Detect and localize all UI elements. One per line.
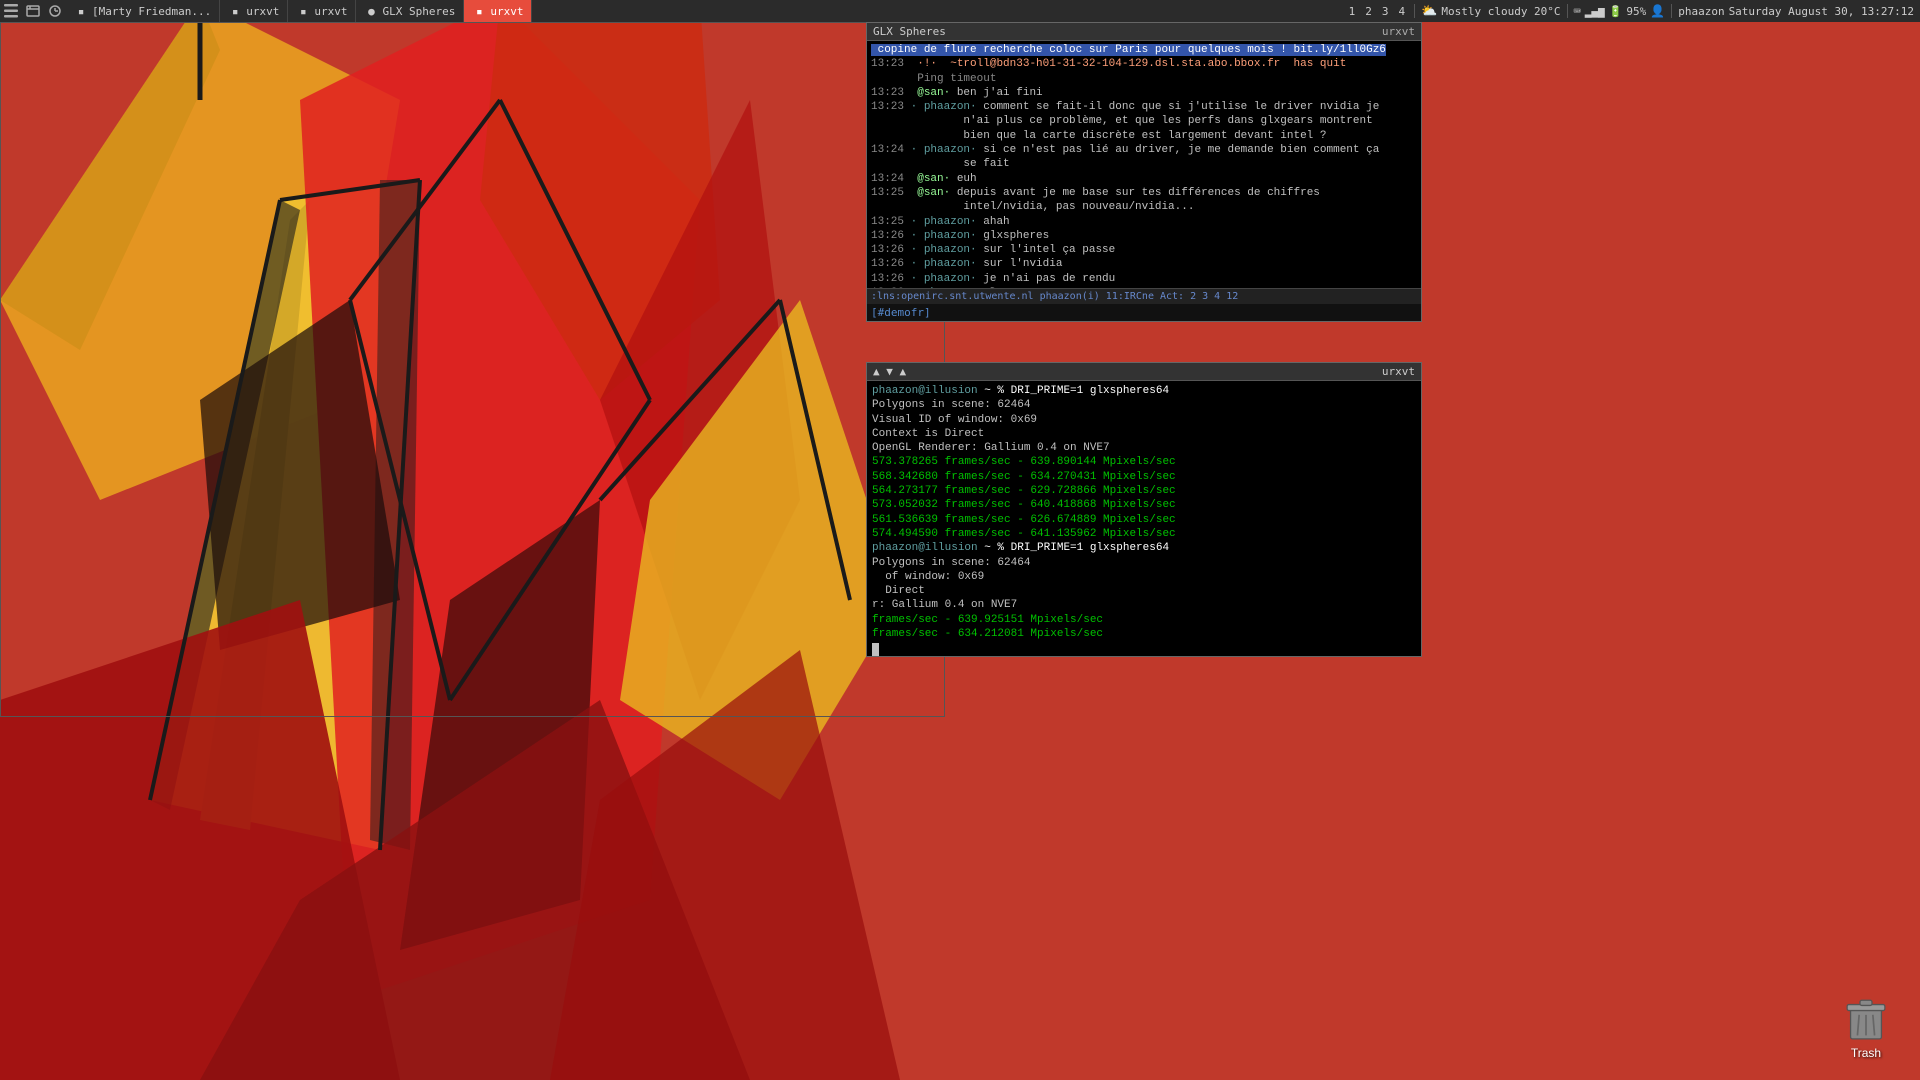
irc-title-left: GLX Spheres <box>873 25 946 38</box>
term-line-8: 573.052032 frames/sec - 640.418868 Mpixe… <box>872 498 1416 512</box>
sep-2 <box>1567 4 1568 18</box>
term-cursor-line <box>872 641 1416 655</box>
workspace-3[interactable]: 3 <box>1379 5 1392 18</box>
term-content[interactable]: phaazon@illusion ~ % DRI_PRIME=1 glxsphe… <box>867 381 1421 656</box>
irc-status-text: :lns:openirc.snt.utwente.nl phaazon(i) 1… <box>871 291 1238 302</box>
battery-text: 95% <box>1626 5 1646 18</box>
window-btn-urxvt-1[interactable]: ▪ urxvt <box>220 0 288 22</box>
datetime: Saturday August 30, 13:27:12 <box>1729 5 1914 18</box>
workspace-4[interactable]: 4 <box>1396 5 1409 18</box>
keyboard-icon: ⌨ <box>1574 4 1581 18</box>
term-line-0: phaazon@illusion ~ % DRI_PRIME=1 glxsphe… <box>872 384 1416 398</box>
files-icon[interactable] <box>22 0 44 22</box>
term-line-7: 564.273177 frames/sec - 629.728866 Mpixe… <box>872 484 1416 498</box>
term-line-4: OpenGL Renderer: Gallium 0.4 on NVE7 <box>872 441 1416 455</box>
terminal-window[interactable]: ▲ ▼ ▲ urxvt phaazon@illusion ~ % DRI_PRI… <box>866 362 1422 657</box>
irc-line-12: 13:26 · phaazon· je n'ai pas de rendu <box>871 272 1417 286</box>
irc-line-5: 13:24 · phaazon· si ce n'est pas lié au … <box>871 143 1417 157</box>
weather-text: Mostly cloudy 20°C <box>1441 5 1560 18</box>
term-line-5: 573.378265 frames/sec - 639.890144 Mpixe… <box>872 455 1416 469</box>
irc-channel: [#demofr] <box>871 306 931 319</box>
irc-line-4c: bien que la carte discrète est largement… <box>871 129 1417 143</box>
term-line-6: 568.342680 frames/sec - 634.270431 Mpixe… <box>872 470 1416 484</box>
irc-line-10: 13:26 · phaazon· sur l'intel ça passe <box>871 243 1417 257</box>
irc-title-right: urxvt <box>1382 25 1415 38</box>
terminal-icon-4: ▪ <box>472 4 486 18</box>
window-btn-marty[interactable]: ▪ [Marty Friedman... <box>66 0 220 22</box>
trash-label: Trash <box>1851 1046 1881 1060</box>
sep-1 <box>1414 4 1415 18</box>
irc-line-4b: n'ai plus ce problème, et que les perfs … <box>871 114 1417 128</box>
irc-line-7: 13:25 @san· depuis avant je me base sur … <box>871 186 1417 200</box>
battery-icon: 🔋 <box>1609 5 1623 18</box>
clock-icon[interactable] <box>44 0 66 22</box>
terminal-icon-1: ▪ <box>74 4 88 18</box>
term-title-left: ▲ ▼ ▲ <box>873 365 906 378</box>
app-menu-icon[interactable] <box>0 0 22 22</box>
term-line-10: 574.494590 frames/sec - 641.135962 Mpixe… <box>872 527 1416 541</box>
window-btn-urxvt-2[interactable]: ▪ urxvt <box>288 0 356 22</box>
irc-line-9: 13:26 · phaazon· glxspheres <box>871 229 1417 243</box>
term-line-12: Polygons in scene: 62464 <box>872 556 1416 570</box>
user-icon: 👤 <box>1650 4 1665 18</box>
term-line-13: of window: 0x69 <box>872 570 1416 584</box>
term-line-1: Polygons in scene: 62464 <box>872 398 1416 412</box>
window-btn-glxspheres[interactable]: ● GLX Spheres <box>356 0 464 22</box>
term-title-right: urxvt <box>1382 365 1415 378</box>
irc-line-1: 13:23 ·!· ~troll@bdn33-h01-31-32-104-129… <box>871 57 1417 71</box>
term-line-9: 561.536639 frames/sec - 626.674889 Mpixe… <box>872 513 1416 527</box>
titlebar-controls: urxvt <box>1382 25 1415 38</box>
trash-icon[interactable]: Trash <box>1842 996 1890 1060</box>
term-line-15: r: Gallium 0.4 on NVE7 <box>872 598 1416 612</box>
weather-icon: ⛅ <box>1421 4 1437 19</box>
irc-line-8: 13:25 · phaazon· ahah <box>871 215 1417 229</box>
terminal-icon-3: ▪ <box>296 4 310 18</box>
windows-area: GLX Spheres urxvt copine de flure recher… <box>0 22 1920 1080</box>
term-line-2: Visual ID of window: 0x69 <box>872 413 1416 427</box>
irc-statusbar: :lns:openirc.snt.utwente.nl phaazon(i) 1… <box>867 288 1421 304</box>
irc-line-2: Ping timeout <box>871 72 1417 86</box>
username: phaazon <box>1678 5 1724 18</box>
irc-content[interactable]: copine de flure recherche coloc sur Pari… <box>867 41 1421 288</box>
irc-line-6: 13:24 @san· euh <box>871 172 1417 186</box>
sphere-icon: ● <box>364 4 378 18</box>
taskbar-right: 1 2 3 4 ⛅ Mostly cloudy 20°C ⌨ ▂▄▆ 🔋 95%… <box>1346 4 1920 19</box>
irc-channel-bar: [#demofr] <box>867 304 1421 321</box>
term-line-14: Direct <box>872 584 1416 598</box>
workspace-2[interactable]: 2 <box>1362 5 1375 18</box>
wifi-icon: ▂▄▆ <box>1585 5 1605 18</box>
term-line-16: frames/sec - 639.925151 Mpixels/sec <box>872 613 1416 627</box>
term-titlebar: ▲ ▼ ▲ urxvt <box>867 363 1421 381</box>
trash-svg-icon <box>1842 996 1890 1044</box>
terminal-icon-2: ▪ <box>228 4 242 18</box>
term-line-11: phaazon@illusion ~ % DRI_PRIME=1 glxsphe… <box>872 541 1416 555</box>
irc-window[interactable]: GLX Spheres urxvt copine de flure recher… <box>866 22 1422 322</box>
window-btn-urxvt-active[interactable]: ▪ urxvt <box>464 0 532 22</box>
irc-line-7b: intel/nvidia, pas nouveau/nvidia... <box>871 200 1417 214</box>
workspace-1[interactable]: 1 <box>1346 5 1359 18</box>
left-terminal-window <box>0 22 945 717</box>
term-line-17: frames/sec - 634.212081 Mpixels/sec <box>872 627 1416 641</box>
irc-line-5b: se fait <box>871 157 1417 171</box>
irc-line-3: 13:23 @san· ben j'ai fini <box>871 86 1417 100</box>
taskbar: ▪ [Marty Friedman... ▪ urxvt ▪ urxvt ● G… <box>0 0 1920 22</box>
term-line-3: Context is Direct <box>872 427 1416 441</box>
sep-3 <box>1671 4 1672 18</box>
irc-line-11: 13:26 · phaazon· sur l'nvidia <box>871 257 1417 271</box>
irc-line-0: copine de flure recherche coloc sur Pari… <box>871 43 1417 57</box>
irc-line-4: 13:23 · phaazon· comment se fait-il donc… <box>871 100 1417 114</box>
taskbar-left: ▪ [Marty Friedman... ▪ urxvt ▪ urxvt ● G… <box>0 0 1346 22</box>
irc-titlebar: GLX Spheres urxvt <box>867 23 1421 41</box>
